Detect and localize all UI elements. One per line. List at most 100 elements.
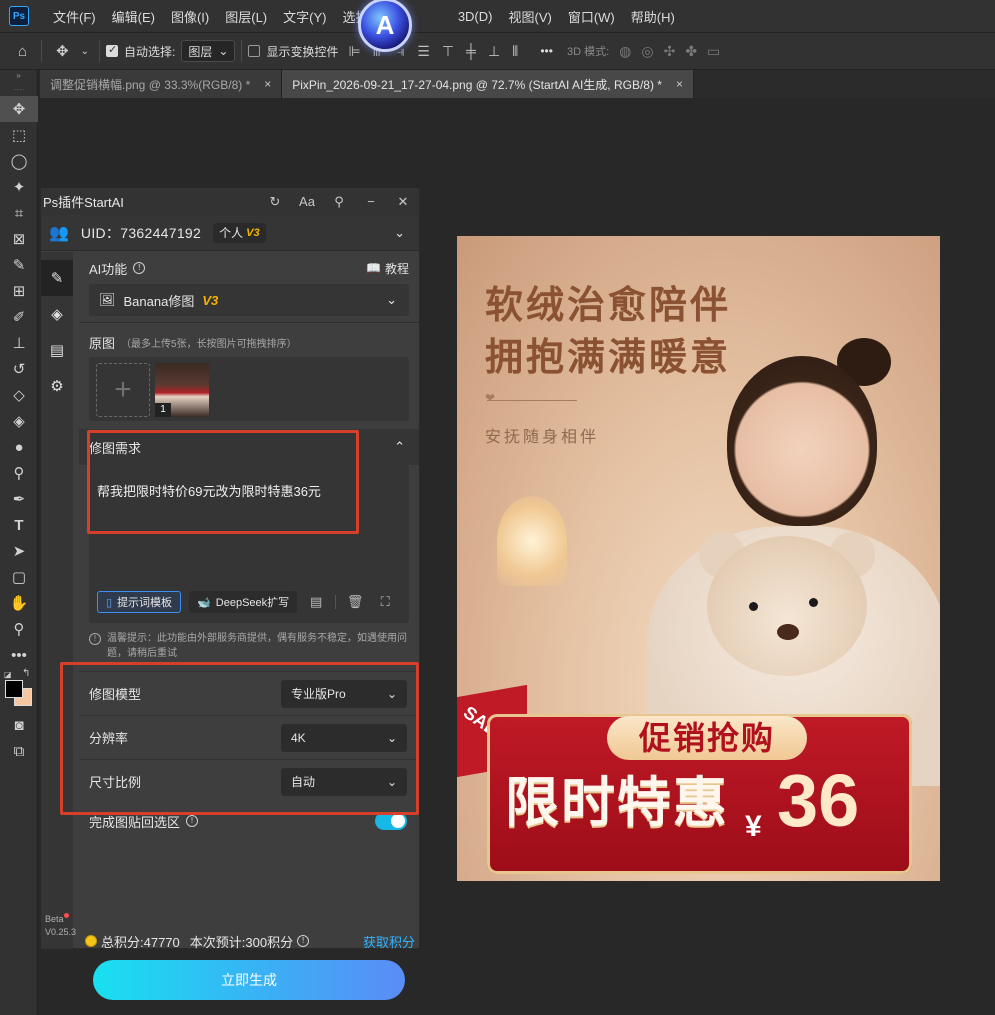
minimize-icon[interactable]: −	[355, 194, 387, 209]
document-icon[interactable]: ▤	[41, 332, 73, 368]
get-points-link[interactable]: 获取积分	[363, 932, 415, 951]
beta-version: Beta V0.25.3	[45, 913, 76, 939]
more-options-button[interactable]: •••	[540, 44, 553, 58]
blur-tool-icon[interactable]: ●	[0, 434, 38, 460]
resolution-select[interactable]: 4K ⌄	[281, 723, 407, 752]
eyedropper-icon[interactable]: ✎	[0, 252, 38, 278]
menu-3d[interactable]: 3D(D)	[450, 9, 501, 24]
rectangle-tool-icon[interactable]: ▢	[0, 564, 38, 590]
move-tool-icon[interactable]: ✥	[56, 42, 69, 60]
crop-tool-icon[interactable]: ⌗	[0, 200, 38, 226]
home-icon[interactable]: ⌂	[18, 43, 27, 60]
tab-document-1[interactable]: 调整促销横幅.png @ 33.3%(RGB/8) * ×	[40, 70, 283, 98]
tab-document-2[interactable]: PixPin_2026-09-21_17-27-04.png @ 72.7% (…	[282, 70, 694, 98]
gear-icon[interactable]: ⚙	[41, 368, 73, 404]
book-icon: ▯	[106, 596, 113, 609]
zoom-tool-icon[interactable]: ⚲	[0, 616, 38, 642]
close-icon[interactable]: ✕	[387, 194, 419, 210]
deepseek-expand-button[interactable]: 🐋 DeepSeek扩写	[189, 591, 298, 613]
frame-tool-icon[interactable]: ⊠	[0, 226, 38, 252]
orbit-icon[interactable]: ◍	[619, 43, 631, 60]
layers-icon[interactable]: ◈	[41, 296, 73, 332]
menu-window[interactable]: 窗口(W)	[560, 7, 623, 26]
path-select-icon[interactable]: ➤	[0, 538, 38, 564]
add-image-button[interactable]: +	[96, 363, 150, 417]
edit-icon[interactable]: ✎	[41, 260, 73, 296]
menu-edit[interactable]: 编辑(E)	[104, 7, 163, 26]
chevron-down-icon[interactable]: ⌄	[394, 225, 405, 241]
ai-function-dropdown[interactable]: 🖼 Banana修图 V3 ⌄	[89, 284, 409, 316]
brush-tool-icon[interactable]: ✐	[0, 304, 38, 330]
move-tool-icon[interactable]: ✥	[0, 96, 38, 122]
refresh-icon[interactable]: ↻	[259, 194, 291, 210]
align-bottom-icon[interactable]: ⊥	[488, 43, 500, 60]
prompt-template-button[interactable]: ▯ 提示词模板	[97, 591, 182, 613]
type-tool-icon[interactable]: T	[0, 512, 38, 538]
quick-mask-icon[interactable]: ◙	[0, 712, 38, 738]
hand-tool-icon[interactable]: ✋	[0, 590, 38, 616]
magic-wand-icon[interactable]: ✦	[0, 174, 38, 200]
expand-icon[interactable]: ⛶	[374, 594, 396, 610]
more-tools-icon[interactable]: •••	[0, 642, 38, 668]
menu-image[interactable]: 图像(I)	[163, 7, 217, 26]
request-section-header[interactable]: 修图需求 ⌃	[79, 429, 419, 465]
font-size-icon[interactable]: Aa	[291, 194, 323, 209]
bucket-tool-icon[interactable]: ◈	[0, 408, 38, 434]
canvas-image[interactable]: 软绒治愈陪伴 拥抱满满暖意 安抚随身相伴 SALE 促销抢购 限时特惠 ¥ 36	[457, 236, 940, 881]
align-top-icon[interactable]: ⊤	[442, 43, 454, 60]
info-icon[interactable]: !	[186, 815, 199, 827]
auto-select-checkbox[interactable]	[106, 43, 119, 57]
foreground-color-swatch[interactable]	[5, 680, 23, 698]
menu-help[interactable]: 帮助(H)	[623, 7, 683, 26]
toolbar-handle[interactable]: ····	[0, 82, 38, 96]
healing-brush-icon[interactable]: ⊞	[0, 278, 38, 304]
default-colors-icon[interactable]: ◪	[4, 670, 12, 679]
request-textarea[interactable]: 帮我把限时特价69元改为限时特惠36元 ▯ 提示词模板 🐋 DeepSeek扩写…	[89, 465, 409, 623]
chevron-down-icon[interactable]: ⌄	[81, 46, 89, 57]
eraser-tool-icon[interactable]: ◇	[0, 382, 38, 408]
menu-type[interactable]: 文字(Y)	[275, 7, 334, 26]
menu-view[interactable]: 视图(V)	[500, 7, 559, 26]
swap-colors-icon[interactable]: ↰	[22, 668, 30, 679]
close-icon[interactable]: ×	[264, 77, 271, 91]
account-row[interactable]: 👥 UID：7362447192 个人 V3 ⌄	[41, 215, 419, 251]
collapse-icon[interactable]: »	[0, 70, 37, 82]
auto-select-label: 自动选择:	[124, 44, 176, 59]
auto-select-dropdown[interactable]: 图层 ⌄	[181, 40, 236, 62]
screen-mode-icon[interactable]: ⧉	[0, 738, 38, 764]
model-select[interactable]: 专业版Pro ⌄	[281, 679, 407, 708]
info-icon[interactable]: !	[133, 262, 146, 274]
lasso-tool-icon[interactable]: ◯	[0, 148, 38, 174]
bear-eye-right	[809, 598, 818, 607]
startai-logo-icon[interactable]: A	[358, 0, 412, 52]
show-transform-checkbox[interactable]	[248, 45, 261, 57]
pan-icon[interactable]: ✣	[664, 43, 676, 60]
align-left-icon[interactable]: ⊫	[348, 43, 360, 60]
chevron-down-icon: ⌄	[386, 730, 397, 745]
slide-icon[interactable]: ✤	[685, 43, 697, 60]
close-icon[interactable]: ×	[676, 77, 683, 91]
menu-file[interactable]: 文件(F)	[45, 7, 104, 26]
uploaded-image-thumbnail[interactable]: 1	[155, 363, 209, 417]
tutorial-link[interactable]: 📖 教程	[366, 260, 409, 277]
aspect-ratio-select[interactable]: 自动 ⌄	[281, 767, 407, 796]
generate-button[interactable]: 立即生成	[93, 960, 405, 1000]
dodge-tool-icon[interactable]: ⚲	[0, 460, 38, 486]
camera-icon[interactable]: ▭	[707, 43, 720, 60]
align-middle-icon[interactable]: ╪	[466, 43, 476, 60]
pin-icon[interactable]: ⚲	[323, 194, 355, 210]
tab-label: PixPin_2026-09-21_17-27-04.png @ 72.7% (…	[292, 77, 662, 92]
menu-layer[interactable]: 图层(L)	[217, 7, 275, 26]
marquee-tool-icon[interactable]: ⬚	[0, 122, 38, 148]
trash-icon[interactable]: 🗑	[344, 594, 366, 610]
stamp-tool-icon[interactable]: ⊥	[0, 330, 38, 356]
history-icon[interactable]: ▤	[305, 594, 327, 610]
paste-back-toggle[interactable]	[375, 812, 407, 830]
pen-tool-icon[interactable]: ✒	[0, 486, 38, 512]
deepseek-icon: 🐋	[197, 596, 211, 609]
info-icon[interactable]: !	[297, 935, 310, 947]
roll-icon[interactable]: ◎	[641, 43, 653, 60]
distribute-vertical-icon[interactable]: ⦀	[512, 43, 518, 60]
history-brush-icon[interactable]: ↺	[0, 356, 38, 382]
distribute-icon[interactable]: ☰	[417, 43, 430, 60]
